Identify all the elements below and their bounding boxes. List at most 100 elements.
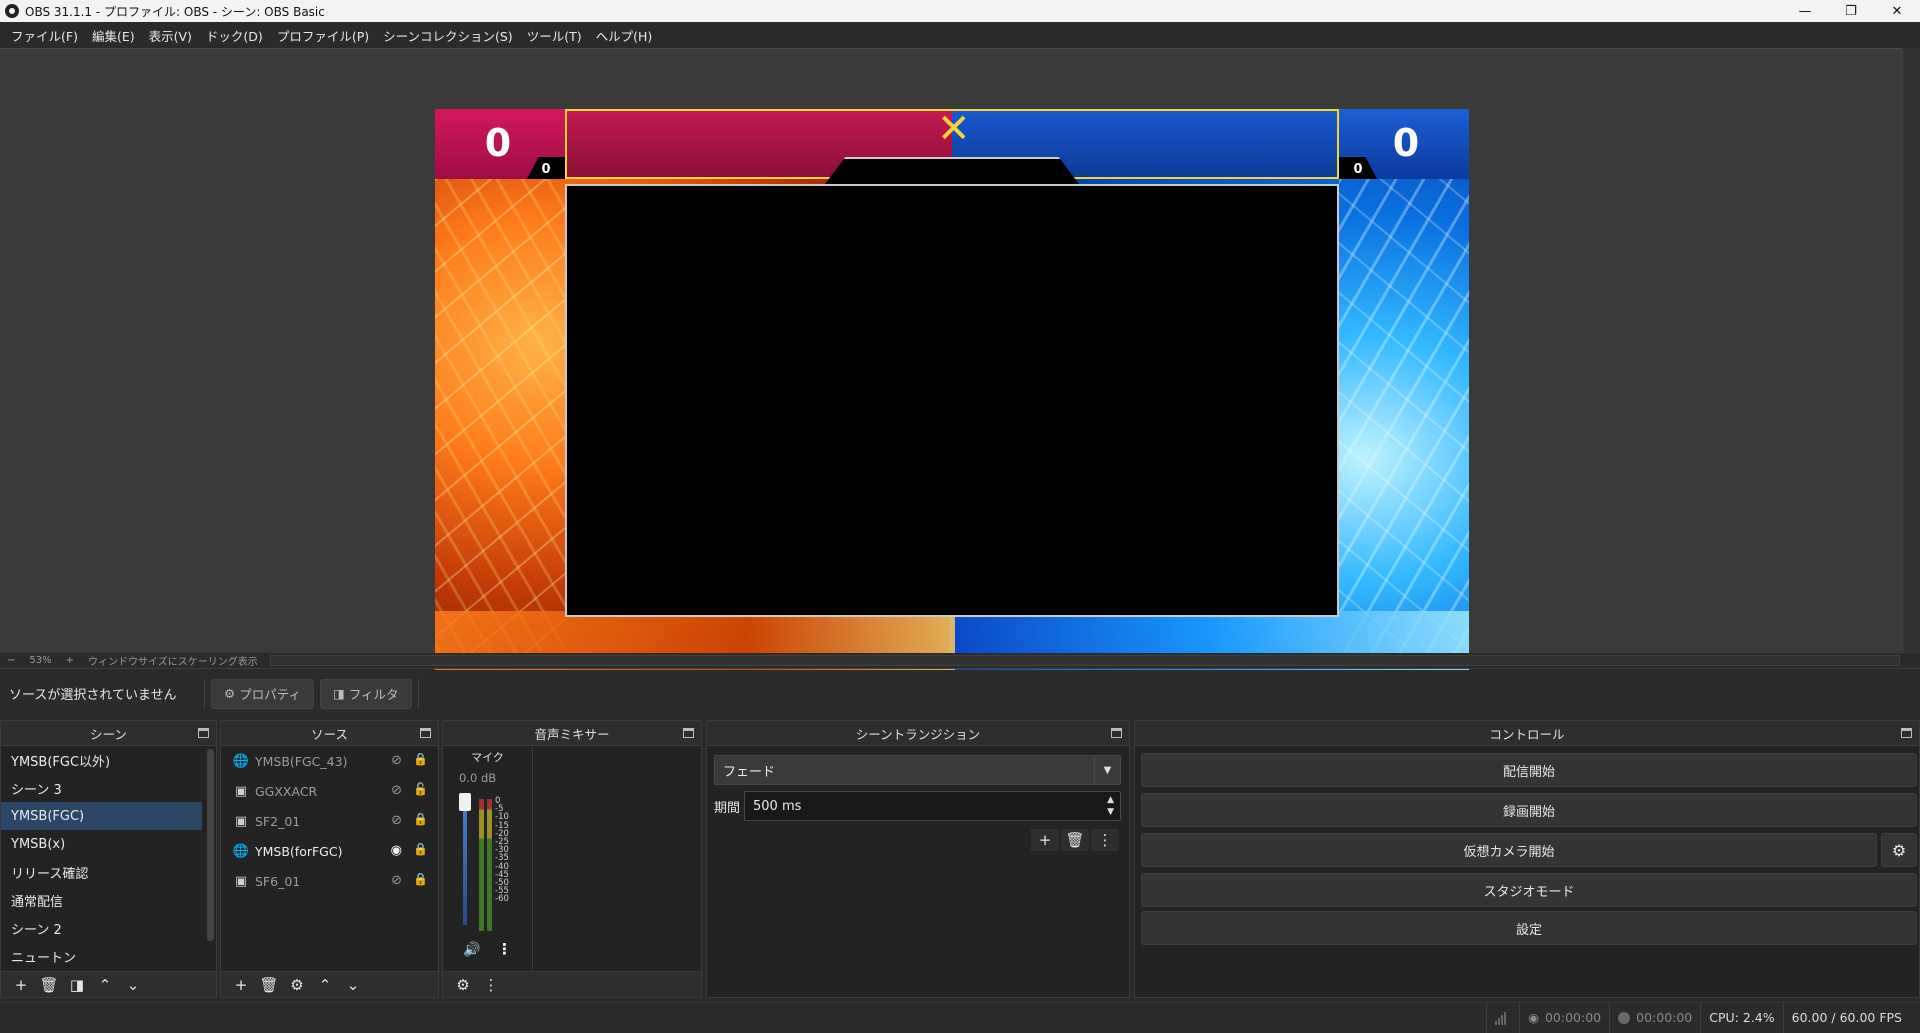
close-icon[interactable]: ✕ — [1874, 0, 1920, 22]
start-recording-button[interactable]: 録画開始 — [1141, 793, 1917, 827]
hidden-eye-icon[interactable]: ⊘ — [391, 813, 402, 828]
eye-icon[interactable]: ◉ — [391, 843, 402, 858]
remove-scene-icon[interactable]: 🗑 — [35, 974, 63, 996]
undock-icon[interactable] — [1111, 728, 1122, 738]
more-options-icon[interactable]: ⋮ — [1091, 829, 1119, 851]
hidden-eye-icon[interactable]: ⊘ — [391, 753, 402, 768]
score-left: 0 — [484, 121, 512, 165]
source-item[interactable]: ▣ SF6_01 ⊘ 🔒 — [221, 866, 438, 896]
start-streaming-button[interactable]: 配信開始 — [1141, 753, 1917, 787]
filters-button[interactable]: ◨ フィルタ — [319, 678, 412, 709]
undock-icon[interactable] — [420, 728, 431, 738]
scaling-mode[interactable]: ウィンドウサイズにスケーリング表示 — [81, 653, 265, 668]
more-options-icon[interactable]: ⋮ — [477, 974, 505, 996]
advanced-audio-icon[interactable]: ⚙ — [449, 974, 477, 996]
add-scene-icon[interactable]: + — [7, 974, 35, 996]
preview-horizontal-scrollbar[interactable] — [270, 655, 1900, 666]
move-down-icon[interactable]: ⌄ — [119, 974, 147, 996]
menu-help[interactable]: ヘルプ(H) — [589, 26, 660, 45]
menu-scene-collection[interactable]: シーンコレクション(S) — [376, 26, 520, 45]
score-right: 0 — [1392, 121, 1420, 165]
add-source-icon[interactable]: + — [227, 974, 255, 996]
move-up-icon[interactable]: ⌃ — [311, 974, 339, 996]
versus-cross-icon: ✕ — [937, 109, 971, 152]
undock-icon[interactable] — [198, 728, 209, 738]
lock-icon[interactable]: 🔒 — [413, 752, 428, 766]
source-label: GGXXACR — [255, 783, 318, 799]
scene-item[interactable]: リリース確認 — [1, 858, 216, 886]
move-down-icon[interactable]: ⌄ — [339, 974, 367, 996]
settings-button[interactable]: 設定 — [1141, 911, 1917, 945]
channel-name: マイク — [471, 751, 504, 764]
scene-item[interactable]: ニュートン — [1, 942, 216, 970]
lock-icon[interactable]: 🔒 — [413, 812, 428, 826]
transition-selected: フェード — [723, 764, 776, 780]
volume-fader-track[interactable] — [463, 797, 467, 925]
spin-arrows-icon[interactable]: ▲ ▼ — [1107, 794, 1114, 818]
hidden-eye-icon[interactable]: ⊘ — [391, 783, 402, 798]
transition-select[interactable]: フェード ▼ — [714, 755, 1121, 785]
virtual-camera-gear-icon[interactable]: ⚙ — [1881, 833, 1917, 867]
preview-vertical-scrollbar[interactable] — [1902, 48, 1920, 653]
duration-input[interactable]: 500 ms ▲ ▼ — [744, 791, 1121, 821]
preview-area[interactable]: ✕ 0 0 0 0 — [0, 48, 1920, 691]
move-up-icon[interactable]: ⌃ — [91, 974, 119, 996]
source-item[interactable]: ▣ GGXXACR ⊘ 🔓 — [221, 776, 438, 806]
source-properties-icon[interactable]: ⚙ — [283, 974, 311, 996]
undock-icon[interactable] — [1901, 728, 1912, 738]
source-label: SF6_01 — [255, 873, 301, 889]
add-transition-icon[interactable]: + — [1031, 829, 1059, 851]
preview-canvas[interactable]: ✕ 0 0 0 0 — [435, 109, 1469, 691]
zoom-level: 53% — [29, 655, 52, 666]
scene-transitions-dock: シーントランジション フェード ▼ 期間 500 ms ▲ ▼ + 🗑 ⋮ — [706, 720, 1130, 998]
studio-mode-button[interactable]: スタジオモード — [1141, 873, 1917, 907]
scenes-toolbar: + 🗑 ◨ ⌃ ⌄ — [1, 971, 216, 997]
sources-toolbar: + 🗑 ⚙ ⌃ ⌄ — [221, 971, 438, 997]
controls-dock: コントロール 配信開始 録画開始 仮想カメラ開始 ⚙ スタジオモード 設定 — [1134, 720, 1920, 998]
menu-docks[interactable]: ドック(D) — [199, 26, 270, 45]
source-item[interactable]: 🌐 YMSB(forFGC) ◉ 🔒 — [221, 836, 438, 866]
scene-item-selected[interactable]: YMSB(FGC) — [1, 802, 202, 830]
undock-icon[interactable] — [683, 728, 694, 738]
source-item[interactable]: 🌐 YMSB(FGC_43) ⊘ 🔒 — [221, 746, 438, 776]
scene-item[interactable]: YMSB(x) — [1, 830, 216, 858]
remove-transition-icon[interactable]: 🗑 — [1061, 829, 1089, 851]
menu-edit[interactable]: 編集(E) — [85, 26, 142, 45]
image-icon: ▣ — [234, 873, 248, 889]
scene-item[interactable]: シーン 3 — [1, 774, 216, 802]
unlock-icon[interactable]: 🔓 — [413, 782, 428, 796]
scene-item[interactable]: 通常配信 — [1, 886, 216, 914]
stream-icon: ◉ — [1528, 1010, 1539, 1025]
scenes-scrollbar[interactable] — [207, 749, 214, 941]
menu-profile[interactable]: プロファイル(P) — [270, 26, 376, 45]
properties-button[interactable]: ⚙ プロパティ — [211, 678, 314, 709]
volume-fader-handle[interactable] — [459, 793, 471, 811]
maximize-icon[interactable]: ❐ — [1828, 0, 1874, 22]
zoom-in-button[interactable]: + — [59, 655, 81, 666]
zoom-out-button[interactable]: − — [0, 655, 22, 666]
hidden-eye-icon[interactable]: ⊘ — [391, 873, 402, 888]
speaker-icon[interactable]: 🔊 — [463, 942, 480, 958]
menu-view[interactable]: 表示(V) — [142, 26, 199, 45]
controls-header: コントロール — [1135, 721, 1919, 746]
remove-source-icon[interactable]: 🗑 — [255, 974, 283, 996]
scene-item[interactable]: YMSB(FGC以外) — [1, 746, 216, 774]
source-item[interactable]: ▣ SF2_01 ⊘ 🔒 — [221, 806, 438, 836]
minimize-icon[interactable]: — — [1782, 0, 1828, 22]
divider — [204, 678, 205, 709]
transitions-title: シーントランジション — [855, 726, 981, 742]
scene-filter-icon[interactable]: ◨ — [63, 974, 91, 996]
window-controls: — ❐ ✕ — [1782, 0, 1920, 22]
lock-icon[interactable]: 🔒 — [413, 872, 428, 886]
menu-tools[interactable]: ツール(T) — [520, 26, 589, 45]
scene-item[interactable]: シーン 2 — [1, 914, 216, 942]
more-options-icon[interactable]: ⋮ — [497, 940, 512, 958]
start-virtual-camera-button[interactable]: 仮想カメラ開始 — [1141, 833, 1877, 867]
browser-icon: 🌐 — [232, 753, 250, 769]
lock-icon[interactable]: 🔒 — [413, 842, 428, 856]
transition-buttons: + 🗑 ⋮ — [1029, 829, 1119, 851]
controls-title: コントロール — [1489, 726, 1565, 742]
mixer-title: 音声ミキサー — [534, 726, 610, 742]
chevron-down-icon[interactable]: ▼ — [1094, 756, 1120, 784]
menu-file[interactable]: ファイル(F) — [4, 26, 85, 45]
